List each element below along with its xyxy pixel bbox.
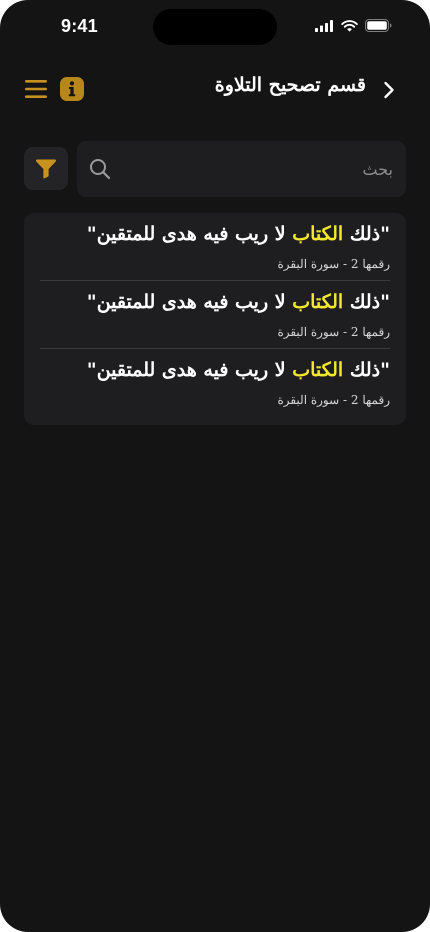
quote-mark: ": [86, 223, 97, 245]
verse-text-after: لا ريب فيه هدى للمتقين: [96, 359, 293, 381]
verse-highlight: الكتاب: [292, 223, 344, 245]
page-title: قسم تصحيح التلاوة: [214, 74, 366, 96]
search-icon[interactable]: [89, 158, 111, 180]
quote-mark: ": [380, 291, 390, 313]
verse-reference: رقمها 2 - سورة البقرة: [277, 257, 390, 271]
verse-text-before: ذلك: [343, 223, 381, 245]
chevron-right-icon: [384, 81, 394, 99]
verse-text-after: لا ريب فيه هدى للمتقين: [96, 223, 293, 245]
cellular-signal-icon: [315, 19, 334, 32]
filter-funnel-icon: [36, 159, 56, 178]
verse-text-before: ذلك: [343, 359, 381, 381]
quote-mark: ": [380, 223, 390, 245]
search-box[interactable]: [77, 141, 406, 197]
back-button[interactable]: [376, 77, 402, 103]
hamburger-menu-icon: [25, 80, 47, 98]
verse-reference: رقمها 2 - سورة البقرة: [277, 325, 390, 339]
results-list: "ذلك الكتاب لا ريب فيه هدى للمتقين" رقمه…: [24, 213, 406, 425]
battery-icon: [365, 19, 392, 32]
filter-button[interactable]: [24, 147, 68, 190]
verse-text-before: ذلك: [343, 291, 381, 313]
verse-text-after: لا ريب فيه هدى للمتقين: [96, 291, 293, 313]
result-item[interactable]: "ذلك الكتاب لا ريب فيه هدى للمتقين" رقمه…: [40, 213, 390, 281]
verse-text: "ذلك الكتاب لا ريب فيه هدى للمتقين": [87, 223, 390, 245]
result-item[interactable]: "ذلك الكتاب لا ريب فيه هدى للمتقين" رقمه…: [40, 349, 390, 417]
menu-button[interactable]: [24, 77, 48, 101]
result-item[interactable]: "ذلك الكتاب لا ريب فيه هدى للمتقين" رقمه…: [40, 281, 390, 349]
verse-highlight: الكتاب: [292, 359, 344, 381]
verse-reference: رقمها 2 - سورة البقرة: [277, 393, 390, 407]
info-icon: [68, 81, 76, 97]
info-button[interactable]: [60, 77, 84, 101]
quote-mark: ": [86, 359, 97, 381]
quote-mark: ": [380, 359, 390, 381]
quote-mark: ": [86, 291, 97, 313]
app-screen: 9:41 قسم تصحيح التلاوة بحث "ذلك الكتاب ل…: [0, 0, 430, 932]
status-icons: [315, 19, 392, 32]
verse-highlight: الكتاب: [292, 291, 344, 313]
verse-text: "ذلك الكتاب لا ريب فيه هدى للمتقين": [87, 359, 390, 381]
verse-text: "ذلك الكتاب لا ريب فيه هدى للمتقين": [87, 291, 390, 313]
search-input[interactable]: [121, 141, 393, 197]
dynamic-island: [153, 9, 277, 45]
status-time: 9:41: [61, 16, 98, 36]
wifi-icon: [341, 19, 358, 32]
